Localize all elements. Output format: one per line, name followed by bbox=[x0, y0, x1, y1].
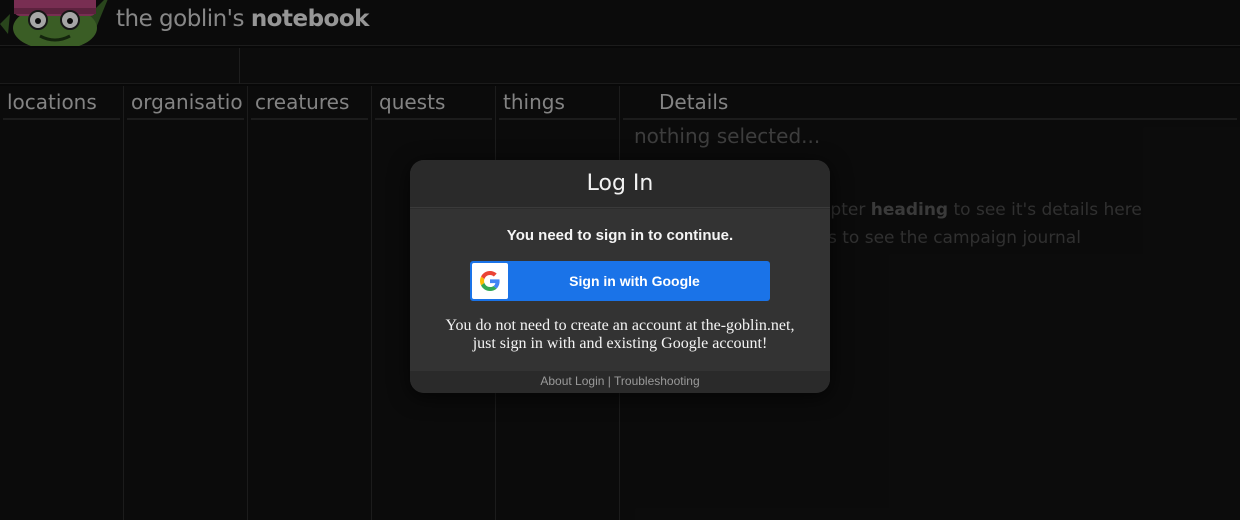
google-g-icon bbox=[472, 263, 508, 299]
account-note-line-1: You do not need to create an account at … bbox=[445, 317, 795, 334]
google-sign-in-button[interactable]: Sign in with Google bbox=[470, 261, 770, 301]
footer-separator: | bbox=[607, 374, 611, 388]
login-dialog-body: You need to sign in to continue. Sign in… bbox=[410, 209, 830, 372]
account-note: You do not need to create an account at … bbox=[410, 317, 830, 353]
sign-in-required-text: You need to sign in to continue. bbox=[506, 227, 734, 244]
troubleshooting-link[interactable]: Troubleshooting bbox=[614, 374, 700, 388]
google-sign-in-label: Sign in with Google bbox=[569, 273, 700, 289]
account-note-line-2: just sign in with and existing Google ac… bbox=[472, 335, 768, 352]
login-dialog-title: Log In bbox=[410, 160, 830, 208]
login-dialog-footer: About Login | Troubleshooting bbox=[410, 371, 830, 393]
about-login-link[interactable]: About Login bbox=[540, 374, 604, 388]
login-dialog: Log In You need to sign in to continue. … bbox=[410, 160, 830, 393]
